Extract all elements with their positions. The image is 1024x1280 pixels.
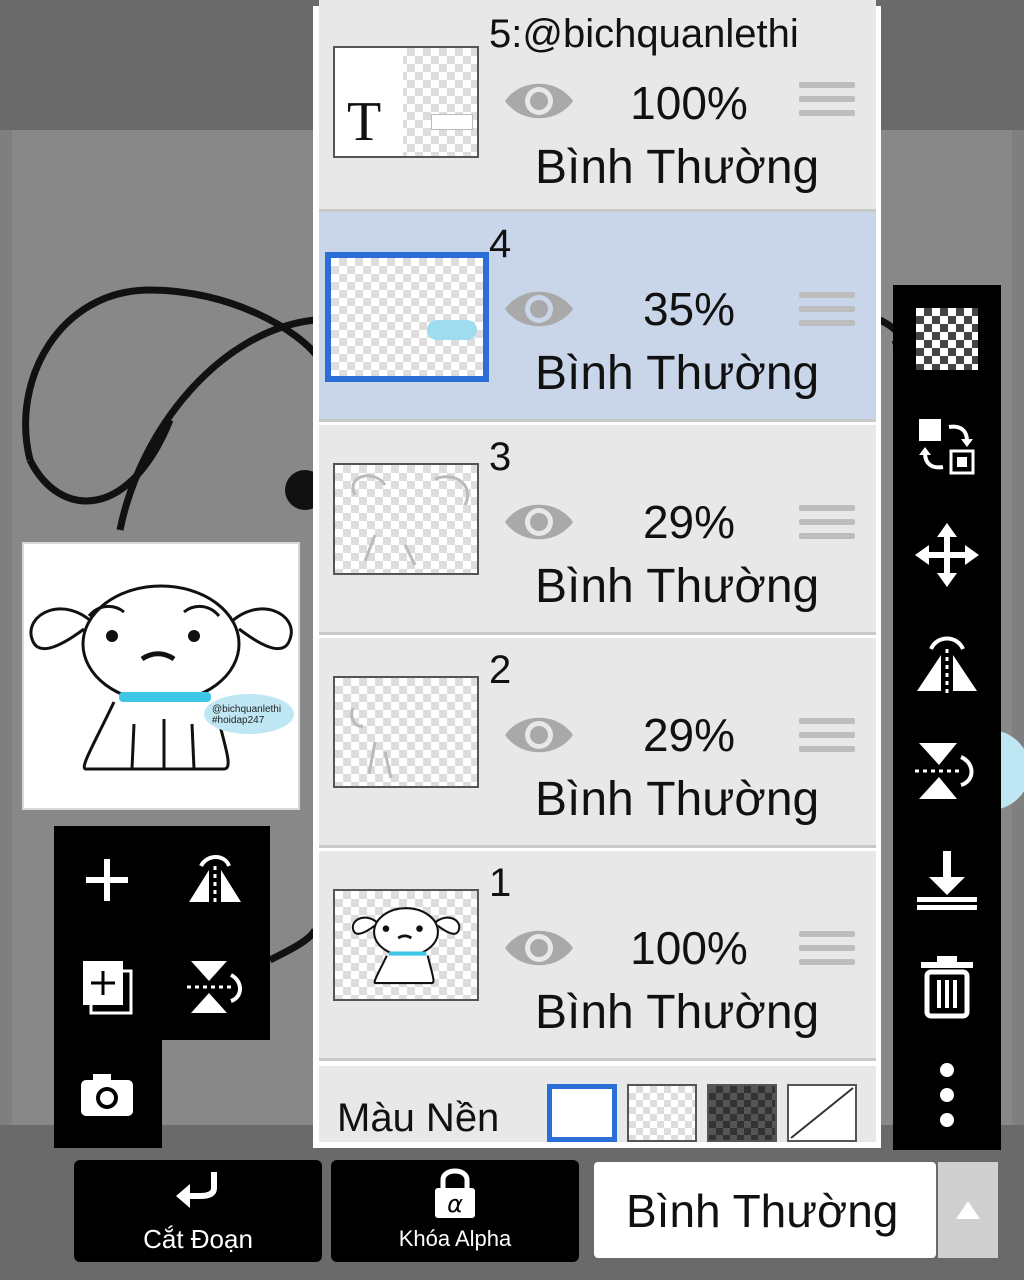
right-toolbar [893, 285, 1001, 1150]
move-arrows-icon [915, 523, 979, 587]
drag-handle-icon[interactable] [799, 931, 855, 973]
layer-opacity[interactable]: 29% [619, 708, 759, 762]
bg-swatch-white[interactable] [547, 1084, 617, 1142]
svg-text:α: α [447, 1190, 463, 1218]
delete-layer-button[interactable] [893, 937, 1001, 1037]
text-layer-icon: T [347, 91, 382, 153]
layer-name: 5:@bichquanlethi [489, 12, 799, 56]
alpha-lock-button[interactable]: α Khóa Alpha [331, 1160, 579, 1262]
more-vertical-icon [940, 1063, 954, 1127]
clipping-label: Cắt Đoạn [143, 1224, 253, 1254]
layer-blend-mode: Bình Thường [535, 560, 820, 613]
swap-icon [919, 419, 975, 475]
drag-handle-icon[interactable] [799, 292, 855, 334]
visibility-eye-icon[interactable] [501, 76, 577, 126]
layer-opacity[interactable]: 35% [619, 282, 759, 336]
flip-horizontal-icon [917, 636, 977, 693]
layer-name: 1 [489, 861, 512, 905]
flip-layer-horizontal-button[interactable] [893, 613, 1001, 713]
preview-watermark-line1: @bichquanlethi [212, 704, 282, 715]
flip-vertical-icon [187, 961, 242, 1013]
trash-icon [921, 956, 973, 1019]
flip-vertical-button[interactable] [170, 942, 260, 1032]
flip-horizontal-button[interactable] [170, 835, 260, 925]
layer-row-4[interactable]: 4 35% Bình Thường [319, 212, 876, 422]
layer-thumbnail-1 [333, 889, 479, 1001]
layer-row-2[interactable]: 2 29% Bình Thường [319, 638, 876, 848]
clipping-button[interactable]: Cắt Đoạn [74, 1160, 322, 1262]
drag-handle-icon[interactable] [799, 718, 855, 760]
camera-icon [81, 1074, 133, 1116]
background-color-label: Màu Nền [337, 1096, 500, 1140]
plus-icon [86, 859, 128, 901]
bg-swatch-none[interactable] [787, 1084, 857, 1142]
blend-mode-value: Bình Thường [626, 1185, 899, 1237]
add-layer-button[interactable] [62, 835, 152, 925]
layer-blend-mode: Bình Thường [535, 141, 820, 194]
merge-down-button[interactable] [893, 829, 1001, 929]
more-options-button[interactable] [893, 1045, 1001, 1145]
blend-mode-dropdown-button[interactable] [938, 1162, 998, 1258]
visibility-eye-icon[interactable] [501, 710, 577, 760]
move-layer-button[interactable] [893, 505, 1001, 605]
swap-layers-button[interactable] [893, 397, 1001, 497]
layer-thumbnail-3 [333, 463, 479, 575]
layer-name: 4 [489, 222, 512, 266]
clip-arrow-icon [176, 1172, 217, 1208]
layer-opacity[interactable]: 29% [619, 495, 759, 549]
layer-name: 3 [489, 435, 512, 479]
bg-swatch-dark[interactable] [707, 1084, 777, 1142]
visibility-eye-icon[interactable] [501, 284, 577, 334]
canvas-preview[interactable]: @bichquanlethi #hoidap247 [22, 542, 300, 810]
flip-vertical-icon [915, 743, 974, 799]
alpha-lock-label: Khóa Alpha [398, 1226, 512, 1251]
layer-row-5[interactable]: T 5:@bichquanlethi 100% Bình Thường [319, 0, 876, 212]
visibility-eye-icon[interactable] [501, 497, 577, 547]
layer-name: 2 [489, 648, 512, 692]
layer-row-1[interactable]: 1 100% Bình Thường [319, 851, 876, 1061]
layer-blend-mode: Bình Thường [535, 347, 820, 400]
copy-layer-button[interactable] [62, 942, 152, 1032]
blend-mode-select[interactable]: Bình Thường [594, 1162, 936, 1258]
layer-thumbnail-5: T [333, 46, 479, 158]
duplicate-layer-icon [83, 961, 133, 1015]
drag-handle-icon[interactable] [799, 82, 855, 124]
preview-watermark-line2: #hoidap247 [212, 715, 265, 726]
layer-blend-mode: Bình Thường [535, 773, 820, 826]
layer-row-3[interactable]: 3 29% Bình Thường [319, 425, 876, 635]
drag-handle-icon[interactable] [799, 505, 855, 547]
layer-blend-mode: Bình Thường [535, 986, 820, 1039]
bg-swatch-transparent[interactable] [627, 1084, 697, 1142]
flip-horizontal-icon [189, 855, 241, 906]
layer-thumbnail-2 [333, 676, 479, 788]
visibility-eye-icon[interactable] [501, 923, 577, 973]
background-color-row: Màu Nền [319, 1066, 876, 1142]
layer-opacity[interactable]: 100% [619, 921, 759, 975]
layer-thumbnail-4 [325, 252, 489, 382]
triangle-up-icon [956, 1201, 980, 1219]
merge-down-icon [917, 851, 977, 910]
layer-opacity[interactable]: 100% [619, 76, 759, 130]
checkerboard-icon [916, 308, 978, 370]
transparency-checker-button[interactable] [893, 289, 1001, 389]
camera-button[interactable] [62, 1050, 152, 1140]
flip-layer-vertical-button[interactable] [893, 721, 1001, 821]
lock-alpha-icon: α [435, 1168, 475, 1218]
layer-list[interactable]: T 5:@bichquanlethi 100% Bình Thường 4 35… [319, 0, 876, 1142]
